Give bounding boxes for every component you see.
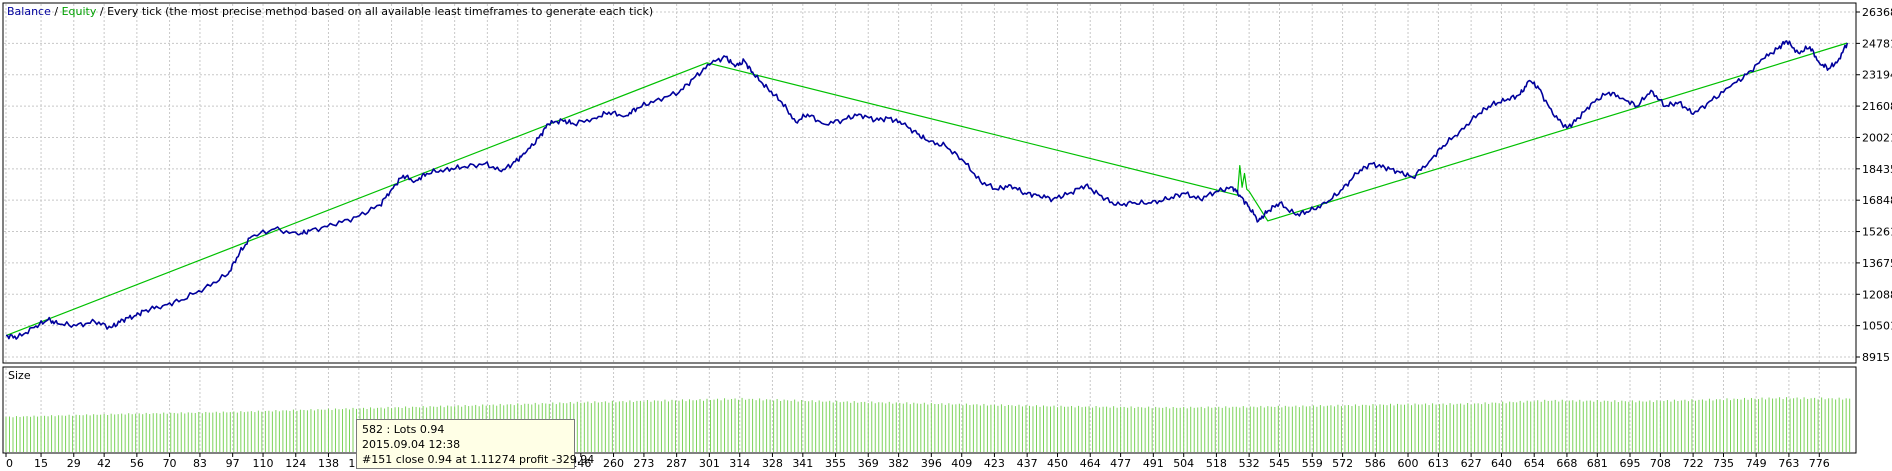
x-tick-label: 695: [1620, 457, 1641, 470]
tooltip-line: #151 close 0.94 at 1.11274 profit -329.9…: [362, 453, 595, 466]
x-tick-label: 396: [921, 457, 942, 470]
legend-separator: /: [96, 5, 107, 18]
x-tick-label: 138: [318, 457, 339, 470]
x-tick-label: 437: [1017, 457, 1038, 470]
y-tick-label: 8915: [1862, 351, 1890, 364]
x-tick-label: 450: [1047, 457, 1068, 470]
y-tick-label: 18435: [1862, 163, 1892, 176]
y-tick-label: 24781: [1862, 37, 1892, 50]
legend-separator: /: [51, 5, 62, 18]
trade-tooltip: 582 : Lots 0.94 2015.09.04 12:38 #151 cl…: [356, 419, 595, 469]
y-tick-label: 12088: [1862, 288, 1892, 301]
y-tick-label: 26368: [1862, 6, 1892, 19]
x-tick-label: 97: [226, 457, 240, 470]
legend-balance: Balance: [7, 5, 51, 18]
x-tick-label: 56: [130, 457, 144, 470]
size-panel-label: Size: [8, 369, 31, 382]
x-tick-label: 504: [1173, 457, 1194, 470]
x-tick-label: 382: [888, 457, 909, 470]
main-plot-frame: [2, 2, 1857, 364]
legend-model: Every tick (the most precise method base…: [107, 5, 653, 18]
x-tick-label: 749: [1746, 457, 1767, 470]
x-tick-label: 627: [1461, 457, 1482, 470]
x-tick-label: 42: [97, 457, 111, 470]
y-axis-ticks: 26368 24781 23194 21608 20021 18435 16848 15261…: [1856, 6, 1892, 364]
x-tick-label: 369: [858, 457, 879, 470]
x-tick-label: 668: [1556, 457, 1577, 470]
x-tick-label: 423: [984, 457, 1005, 470]
x-tick-label: 314: [729, 457, 750, 470]
x-tick-label: 273: [633, 457, 654, 470]
x-tick-label: 640: [1491, 457, 1512, 470]
y-tick-label: 20021: [1862, 131, 1892, 144]
y-tick-label: 10501: [1862, 320, 1892, 333]
x-tick-label: 355: [825, 457, 846, 470]
x-tick-label: 708: [1650, 457, 1671, 470]
x-tick-label: 654: [1524, 457, 1545, 470]
tooltip-line: 2015.09.04 12:38: [362, 438, 461, 451]
x-tick-label: 260: [603, 457, 624, 470]
x-tick-label: 600: [1398, 457, 1419, 470]
tooltip-line: 582 : Lots 0.94: [362, 423, 445, 436]
x-tick-label: 110: [253, 457, 274, 470]
y-tick-label: 21608: [1862, 100, 1892, 113]
x-tick-label: 763: [1778, 457, 1799, 470]
x-tick-label: 464: [1080, 457, 1101, 470]
legend-equity: Equity: [62, 5, 97, 18]
y-tick-label: 23194: [1862, 69, 1892, 82]
x-tick-label: 532: [1239, 457, 1260, 470]
x-tick-label: 409: [951, 457, 972, 470]
x-tick-label: 70: [163, 457, 177, 470]
legend: Balance / Equity / Every tick (the most …: [7, 5, 653, 18]
x-tick-label: 83: [193, 457, 207, 470]
x-tick-label: 491: [1143, 457, 1164, 470]
y-tick-label: 16848: [1862, 194, 1892, 207]
strategy-tester-graph: 26368 24781 23194 21608 20021 18435 16848 15261…: [2, 2, 1892, 470]
y-tick-label: 15261: [1862, 226, 1892, 239]
x-tick-label: 722: [1683, 457, 1704, 470]
x-tick-label: 328: [762, 457, 783, 470]
x-tick-label: 681: [1587, 457, 1608, 470]
x-tick-label: 559: [1302, 457, 1323, 470]
x-tick-label: 15: [34, 457, 48, 470]
x-axis-ticks: 0152942567083971101241381511651781922062…: [5, 453, 1830, 470]
x-tick-label: 124: [285, 457, 306, 470]
x-tick-label: 518: [1206, 457, 1227, 470]
x-tick-label: 545: [1269, 457, 1290, 470]
x-tick-label: 29: [67, 457, 81, 470]
x-tick-label: 341: [792, 457, 813, 470]
x-tick-label: 735: [1713, 457, 1734, 470]
x-tick-label: 572: [1332, 457, 1353, 470]
x-tick-label: 0: [6, 457, 13, 470]
x-tick-label: 477: [1110, 457, 1131, 470]
x-tick-label: 301: [699, 457, 720, 470]
x-tick-label: 776: [1809, 457, 1830, 470]
x-tick-label: 586: [1365, 457, 1386, 470]
size-plot-frame: [2, 366, 1857, 454]
x-tick-label: 613: [1428, 457, 1449, 470]
y-tick-label: 13675: [1862, 257, 1892, 270]
x-tick-label: 287: [666, 457, 687, 470]
